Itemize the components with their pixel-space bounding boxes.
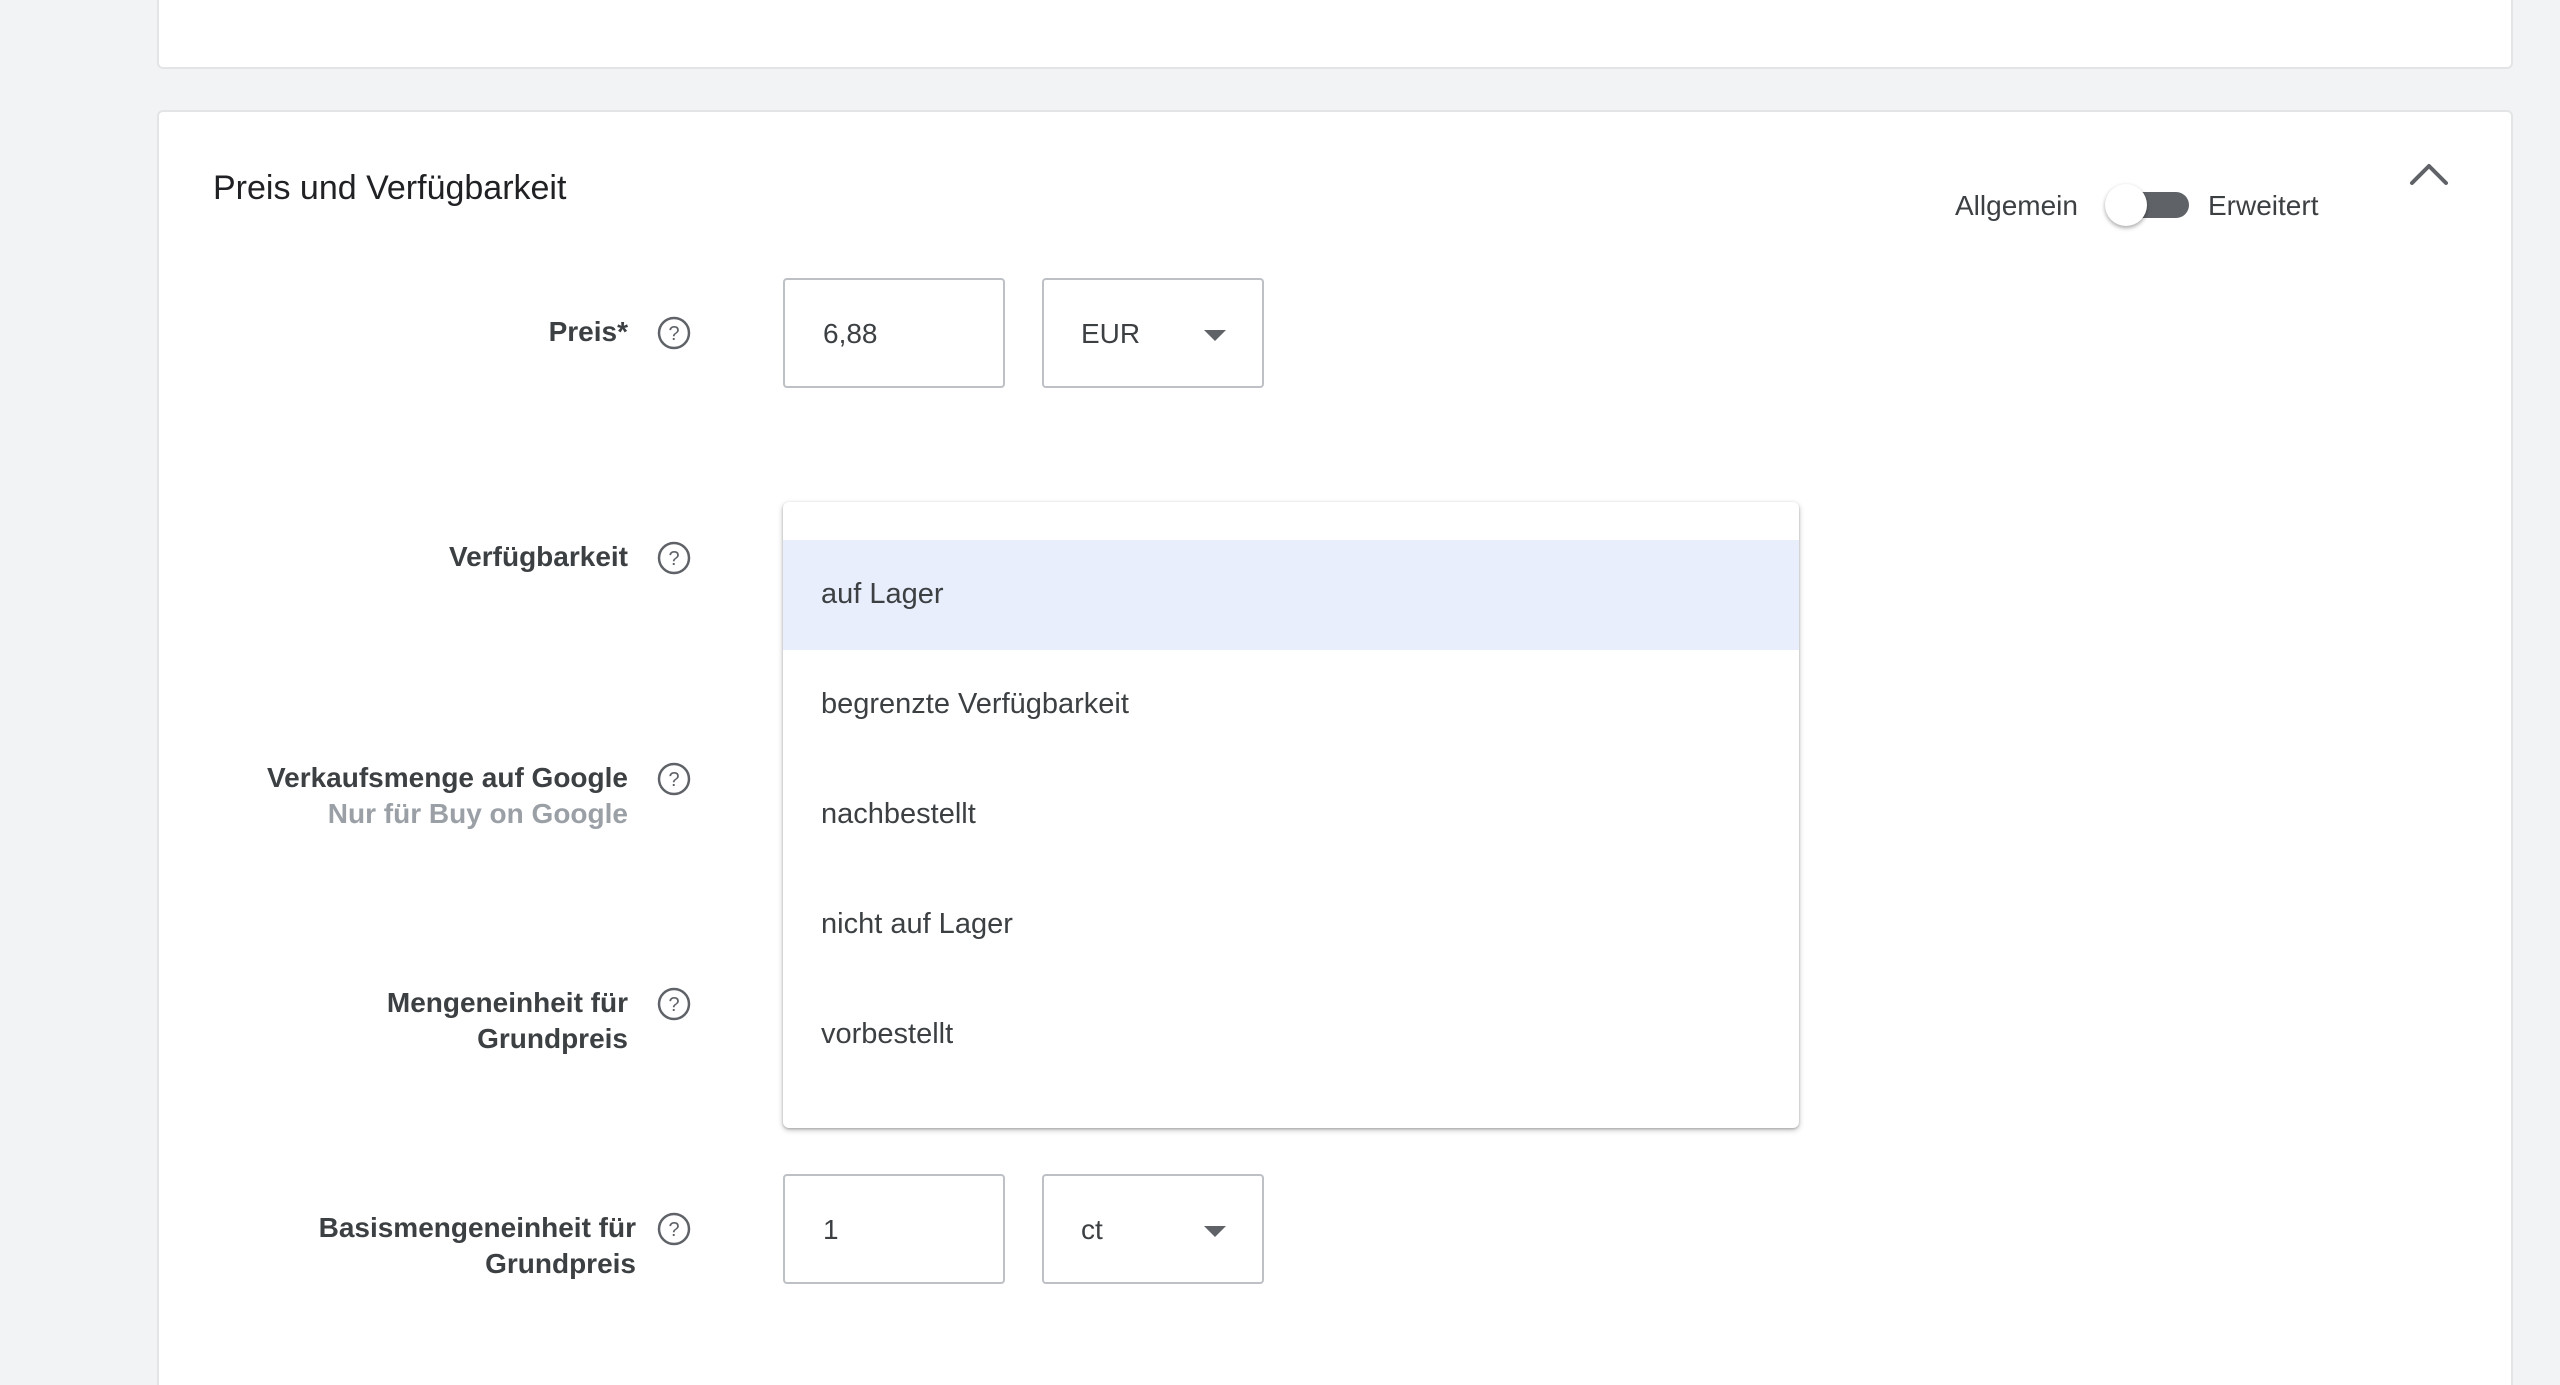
- currency-select[interactable]: EUR: [1042, 278, 1264, 388]
- base-measure-label-line2: Grundpreis: [485, 1248, 636, 1279]
- availability-dropdown-menu: auf Lager begrenzte Verfügbarkeit nachbe…: [783, 502, 1799, 1128]
- help-icon[interactable]: ?: [656, 1211, 692, 1247]
- svg-text:?: ?: [668, 994, 679, 1016]
- availability-label: Verfügbarkeit: [449, 539, 628, 575]
- toggle-thumb: [2105, 184, 2147, 226]
- help-icon[interactable]: ?: [656, 315, 692, 351]
- price-label: Preis*: [549, 314, 628, 350]
- section-title: Preis und Verfügbarkeit: [213, 169, 567, 207]
- base-measure-input[interactable]: 1: [783, 1174, 1005, 1284]
- help-icon[interactable]: ?: [656, 986, 692, 1022]
- sales-quantity-label-text: Verkaufsmenge auf Google: [267, 762, 628, 793]
- page-root: Preis und Verfügbarkeit Allgemein Erweit…: [0, 0, 2560, 1385]
- svg-text:?: ?: [668, 769, 679, 791]
- sales-quantity-sublabel: Nur für Buy on Google: [327, 798, 628, 829]
- availability-option[interactable]: auf Lager: [783, 540, 1799, 650]
- unit-pricing-label-line1: Mengeneinheit für: [386, 987, 628, 1018]
- svg-text:?: ?: [668, 548, 679, 570]
- dropdown-arrow-icon: [1204, 1226, 1226, 1237]
- base-unit-select[interactable]: ct: [1042, 1174, 1264, 1284]
- price-label-text: Preis*: [548, 316, 628, 347]
- dropdown-arrow-icon: [1204, 330, 1226, 341]
- chevron-up-icon: [2410, 164, 2448, 185]
- svg-text:?: ?: [668, 1219, 679, 1241]
- previous-section-card: [157, 0, 2513, 69]
- base-measure-label: Basismengeneinheit für Grundpreis: [319, 1210, 636, 1282]
- collapse-section-button[interactable]: [2404, 155, 2454, 195]
- help-icon[interactable]: ?: [656, 761, 692, 797]
- availability-option[interactable]: nicht auf Lager: [783, 870, 1799, 980]
- currency-select-value: EUR: [1081, 318, 1141, 349]
- toggle-label-advanced: Erweitert: [2208, 190, 2319, 221]
- base-measure-label-line1: Basismengeneinheit für: [318, 1212, 636, 1243]
- availability-option[interactable]: begrenzte Verfügbarkeit: [783, 650, 1799, 760]
- sales-quantity-label: Verkaufsmenge auf Google Nur für Buy on …: [267, 760, 628, 832]
- advanced-mode-toggle[interactable]: [2105, 184, 2193, 226]
- help-icon[interactable]: ?: [656, 540, 692, 576]
- availability-option[interactable]: nachbestellt: [783, 760, 1799, 870]
- toggle-label-general: Allgemein: [1955, 190, 2078, 221]
- unit-pricing-label-line2: Grundpreis: [477, 1023, 628, 1054]
- base-unit-select-value: ct: [1081, 1214, 1103, 1245]
- svg-text:?: ?: [668, 323, 679, 345]
- availability-label-text: Verfügbarkeit: [449, 541, 628, 572]
- unit-pricing-measure-label: Mengeneinheit für Grundpreis: [387, 985, 628, 1057]
- price-input[interactable]: 6,88: [783, 278, 1005, 388]
- availability-option[interactable]: vorbestellt: [783, 980, 1799, 1090]
